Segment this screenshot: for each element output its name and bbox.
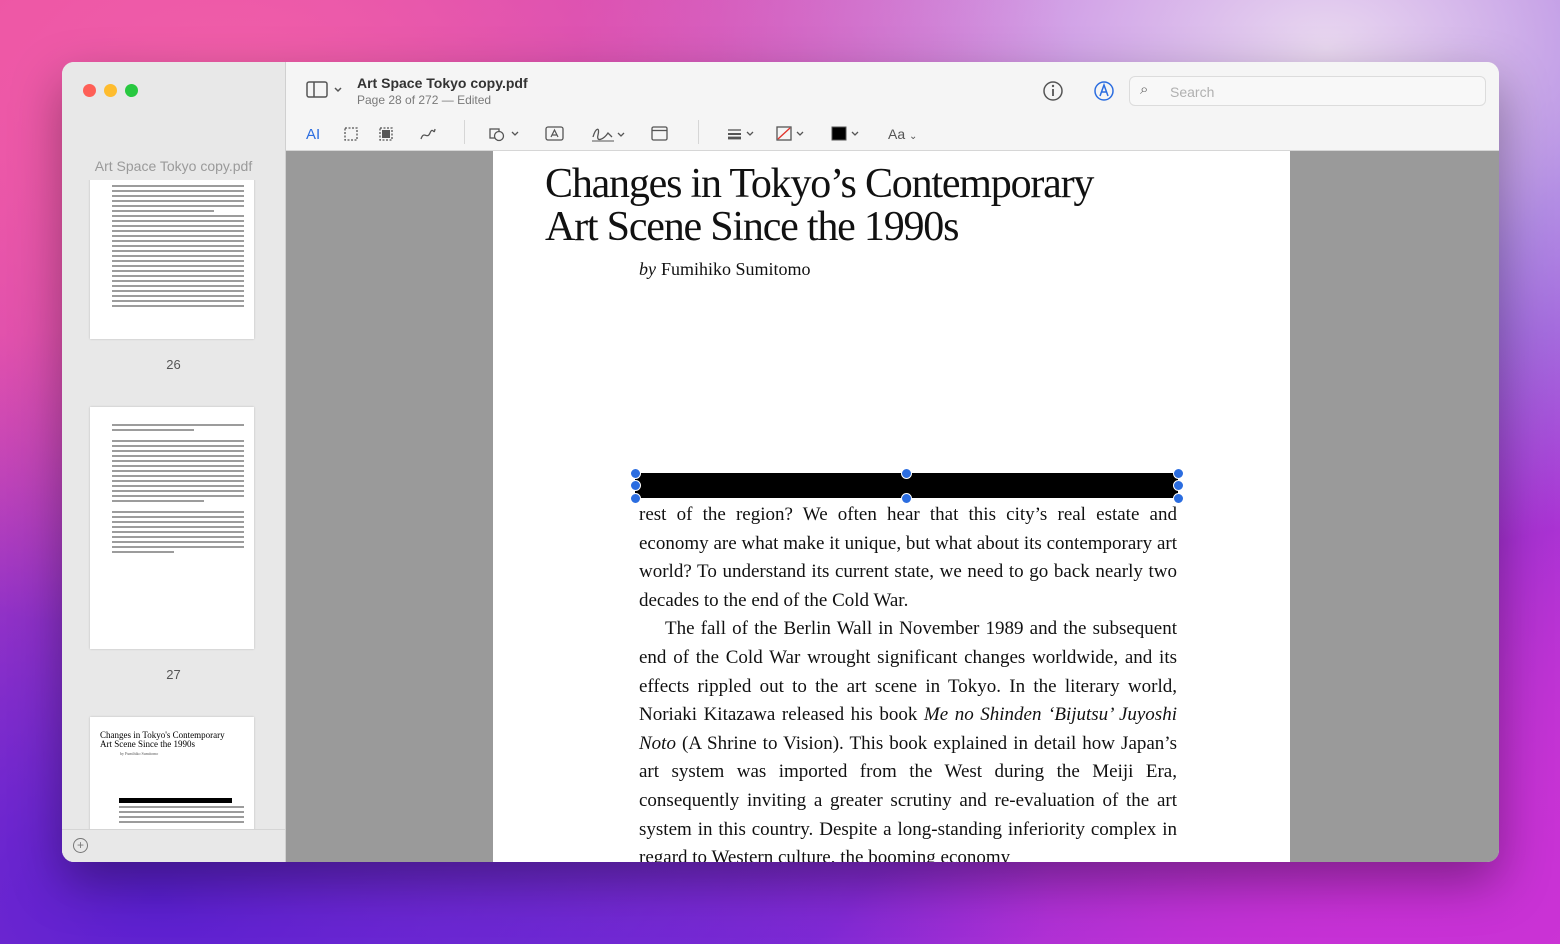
paragraph: rest of the region? We often hear that t… <box>639 504 1177 611</box>
sidebar-title: Art Space Tokyo copy.pdf <box>94 158 253 174</box>
window-controls <box>83 84 138 97</box>
sidebar-footer: + <box>62 829 285 862</box>
resize-handle[interactable] <box>1173 480 1184 491</box>
document-title: Art Space Tokyo copy.pdf <box>357 75 528 91</box>
chevron-down-icon: ⌄ <box>909 131 918 142</box>
sketch-icon[interactable] <box>419 126 437 142</box>
document-viewer[interactable]: Changes in Tokyo’s Contemporary Art Scen… <box>286 151 1499 862</box>
page-number-label: 26 <box>166 357 181 372</box>
search-placeholder: Search <box>1170 84 1215 100</box>
border-color-icon[interactable] <box>775 125 809 143</box>
info-icon[interactable] <box>1042 80 1064 102</box>
search-field[interactable]: ⌕ Search <box>1129 76 1486 106</box>
thumbnail-byline: by Fumihiko Sumitomo <box>120 751 159 756</box>
page-thumbnail-27[interactable] <box>90 407 254 649</box>
sidebar: Art Space Tokyo copy.pdf 26 27 Changes i… <box>62 62 286 862</box>
resize-handle[interactable] <box>630 480 641 491</box>
page-title: Changes in Tokyo’s Contemporary Art Scen… <box>545 161 1094 250</box>
thumbnail-title: Changes in Tokyo's Contemporary Art Scen… <box>100 730 225 749</box>
toolbar: Art Space Tokyo copy.pdf Page 28 of 272 … <box>286 62 1499 151</box>
body-text: rest of the region? We often hear that t… <box>639 501 1177 862</box>
author-name: Fumihiko Sumitomo <box>661 259 811 279</box>
resize-handle[interactable] <box>901 468 912 479</box>
shapes-icon[interactable] <box>488 126 522 142</box>
minimize-button[interactable] <box>104 84 117 97</box>
page-frame-icon[interactable] <box>651 126 669 142</box>
pdf-page[interactable]: Changes in Tokyo’s Contemporary Art Scen… <box>493 151 1290 862</box>
redact-icon[interactable] <box>378 126 394 142</box>
resize-handle[interactable] <box>630 468 641 479</box>
page-number-label: 27 <box>166 667 181 682</box>
title-line-2: Art Scene Since the 1990s <box>545 204 959 250</box>
thumbnail-list[interactable]: 26 27 Changes in Tokyo's Contemporary Ar… <box>62 180 285 830</box>
add-page-icon[interactable]: + <box>73 838 88 853</box>
page-thumbnail-26[interactable] <box>90 180 254 339</box>
page-thumbnail-28[interactable]: Changes in Tokyo's Contemporary Art Scen… <box>90 717 254 830</box>
text-box-icon[interactable] <box>545 125 565 143</box>
text-selection-tool-icon[interactable]: AI <box>306 126 320 143</box>
paragraph: The fall of the Berlin Wall in November … <box>639 618 1177 862</box>
font-button[interactable]: Aa ⌄ <box>888 126 917 142</box>
document-subtitle: Page 28 of 272 — Edited <box>357 93 492 107</box>
font-icon: Aa <box>888 126 906 142</box>
line-style-icon[interactable] <box>726 126 758 142</box>
preview-window: Art Space Tokyo copy.pdf 26 27 Changes i… <box>62 62 1499 862</box>
markup-icon[interactable] <box>1093 80 1115 102</box>
resize-handle[interactable] <box>1173 468 1184 479</box>
zoom-button[interactable] <box>125 84 138 97</box>
close-button[interactable] <box>83 84 96 97</box>
sidebar-toggle-icon[interactable] <box>306 81 346 99</box>
signature-icon[interactable] <box>590 125 628 145</box>
fill-color-icon[interactable] <box>830 125 864 143</box>
rectangular-selection-icon[interactable] <box>343 126 359 142</box>
title-line-1: Changes in Tokyo’s Contemporary <box>545 161 1094 207</box>
author-byline: by Fumihiko Sumitomo <box>639 259 811 280</box>
search-icon: ⌕ <box>1140 81 1149 98</box>
byline-prefix: by <box>639 259 656 279</box>
